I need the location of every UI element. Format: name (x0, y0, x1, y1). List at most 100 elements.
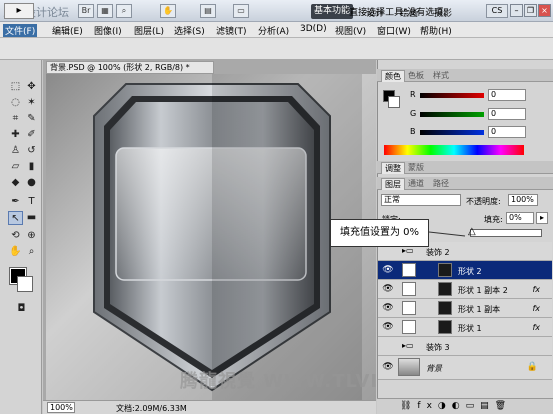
blur-tool-icon[interactable]: ◆ (8, 176, 23, 190)
shape-tool-icon[interactable]: ▬ (24, 211, 39, 225)
clone-stamp-icon[interactable]: ♙ (8, 144, 23, 158)
pen-tool-icon[interactable]: ✒ (8, 195, 23, 209)
eye-icon[interactable]: 👁 (382, 284, 394, 294)
menu-filter[interactable]: 滤镜(T) (214, 24, 249, 37)
callout-arrow (429, 231, 466, 237)
3d-rotate-icon[interactable]: ⟲ (8, 229, 23, 243)
lasso-tool-icon[interactable]: ◌ (8, 96, 23, 110)
color-spectrum[interactable] (384, 145, 524, 155)
layer-row[interactable]: 👁 形状 1 fx (378, 318, 552, 337)
layer-row[interactable]: 👁 形状 1 副本 2 fx (378, 280, 552, 299)
tab-styles[interactable]: 样式 (430, 70, 452, 82)
menu-help[interactable]: 帮助(H) (418, 24, 454, 37)
layer-actions-icons[interactable]: ⛓fx◑◐▭▤🗑 (400, 401, 512, 411)
layer-name: 形状 1 副本 (458, 305, 501, 314)
direct-selection-tool-icon[interactable]: ↖ (8, 211, 23, 225)
marquee-tool-icon[interactable]: ⬚ (8, 80, 23, 94)
zoom-field[interactable]: 100% (47, 402, 75, 413)
layer-thumb (402, 263, 416, 277)
menu-file[interactable]: 文件(F) (3, 24, 38, 37)
eye-icon[interactable]: 👁 (382, 362, 394, 372)
canvas[interactable] (46, 74, 376, 400)
menu-analysis[interactable]: 分析(A) (256, 24, 291, 37)
hand-tool-icon[interactable]: ✋ (8, 245, 23, 259)
menu-select[interactable]: 选择(S) (172, 24, 207, 37)
minimize-button[interactable]: – (510, 4, 523, 17)
cs-live-button[interactable]: CS (486, 4, 508, 18)
type-tool-icon[interactable]: T (24, 195, 39, 209)
fill-field[interactable]: 0% (506, 212, 534, 224)
eyedropper-icon[interactable]: ✎ (24, 112, 39, 126)
screen-mode-icon[interactable]: ▭ (233, 4, 249, 18)
channel-r-value[interactable]: 0 (488, 89, 526, 101)
folder-icon: ▸▭ (402, 341, 414, 350)
tab-channels[interactable]: 通道 (405, 178, 427, 190)
close-button[interactable]: × (538, 4, 551, 17)
arrange-icon[interactable]: ▤ (200, 4, 216, 18)
crop-tool-icon[interactable]: ⌗ (8, 112, 23, 126)
fx-icon[interactable]: fx (532, 323, 540, 332)
move-tool-icon[interactable]: ✥ (24, 80, 39, 94)
shield-artwork (93, 74, 362, 400)
tool-preset-picker[interactable]: ▸ (4, 3, 34, 19)
menu-window[interactable]: 窗口(W) (375, 24, 413, 37)
channel-r-slider[interactable] (420, 93, 484, 98)
gradient-tool-icon[interactable]: ▮ (24, 160, 39, 174)
dodge-tool-icon[interactable]: ● (24, 176, 39, 190)
layer-name: 形状 2 (458, 267, 482, 276)
layer-name: 背景 (426, 364, 442, 373)
layer-row[interactable]: ▸▭ 装饰 3 (378, 337, 552, 356)
history-brush-icon[interactable]: ↺ (24, 144, 39, 158)
fill-arrow-icon[interactable]: ▸ (536, 212, 548, 224)
layer-row[interactable]: 👁 形状 1 副本 fx (378, 299, 552, 318)
healing-brush-icon[interactable]: ✚ (8, 128, 23, 142)
menu-layer[interactable]: 图层(L) (132, 24, 166, 37)
brush-tool-icon[interactable]: ✐ (24, 128, 39, 142)
menu-view[interactable]: 视图(V) (333, 24, 368, 37)
channel-r-label: R (410, 90, 416, 99)
layer-row[interactable]: 👁 形状 2 (378, 261, 552, 280)
br-icon[interactable]: Br (78, 4, 94, 18)
menu-edit[interactable]: 编辑(E) (50, 24, 85, 37)
eye-icon[interactable]: 👁 (382, 265, 394, 275)
hand-icon[interactable]: ✋ (160, 4, 176, 18)
tab-adjustments[interactable]: 调整 (381, 162, 405, 174)
fill-slider-thumb-icon[interactable]: △ (468, 226, 476, 237)
tab-swatches[interactable]: 色板 (405, 70, 427, 82)
background-color-swatch[interactable] (17, 276, 33, 292)
menu-3d[interactable]: 3D(D) (298, 24, 329, 34)
panel-bg-swatch[interactable] (388, 96, 400, 108)
layer-thumb (402, 320, 416, 334)
fill-slider[interactable] (470, 229, 542, 237)
blend-mode-select[interactable]: 正常 (381, 194, 461, 206)
fx-icon[interactable]: fx (532, 285, 540, 294)
3d-orbit-icon[interactable]: ⊕ (24, 229, 39, 243)
document-tab[interactable]: 背景.PSD @ 100% (形状 2, RGB/8) * (46, 61, 214, 74)
magic-wand-icon[interactable]: ✶ (24, 96, 39, 110)
options-hint: "直接选择工具"没有选项。 (345, 8, 453, 18)
opacity-field[interactable]: 100% (508, 194, 538, 206)
fx-icon[interactable]: fx (532, 304, 540, 313)
eye-icon[interactable]: 👁 (382, 322, 394, 332)
eye-icon[interactable]: 👁 (382, 303, 394, 313)
tab-masks[interactable]: 蒙版 (405, 162, 427, 174)
eraser-tool-icon[interactable]: ▱ (8, 160, 23, 174)
tab-paths[interactable]: 路径 (430, 178, 452, 190)
layer-thumb (402, 301, 416, 315)
restore-button[interactable]: ❐ (524, 4, 537, 17)
zoom-icon[interactable]: ⌕ (116, 4, 132, 18)
zoom-tool-icon[interactable]: ⌕ (24, 245, 39, 259)
channel-g-value[interactable]: 0 (488, 108, 526, 120)
channel-g-slider[interactable] (420, 112, 484, 117)
channel-b-value[interactable]: 0 (488, 126, 526, 138)
menu-image[interactable]: 图像(I) (92, 24, 124, 37)
layer-row[interactable]: 👁 背景 🔒 (378, 356, 552, 380)
tab-layers[interactable]: 图层 (381, 178, 405, 190)
layer-name: 形状 1 副本 2 (458, 286, 508, 295)
view-icon[interactable]: ▦ (97, 4, 113, 18)
vector-mask-thumb (438, 320, 452, 334)
tab-color[interactable]: 颜色 (381, 70, 405, 82)
channel-b-slider[interactable] (420, 130, 484, 135)
quick-mask-icon[interactable]: ◘ (14, 302, 29, 316)
layer-thumb (398, 358, 420, 376)
